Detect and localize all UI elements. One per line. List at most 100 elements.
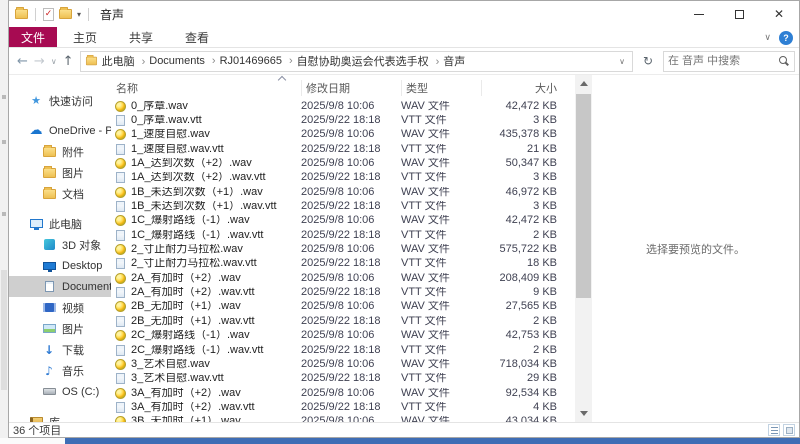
breadcrumb-item[interactable]: RJ01469665: [218, 55, 295, 67]
file-row[interactable]: 3_艺术自慰.wav 2025/9/8 10:06 WAV 文件 718,034…: [111, 357, 575, 371]
file-row[interactable]: 2A_有加时（+2）.wav 2025/9/8 10:06 WAV 文件 208…: [111, 271, 575, 285]
ribbon-tab[interactable]: 主页: [57, 27, 113, 47]
titlebar: ✓ ▾ 音声 ✕: [9, 1, 799, 27]
breadcrumb-item[interactable]: 自慰协助奥运会代表选手权: [295, 53, 442, 69]
scroll-down-icon[interactable]: [575, 405, 592, 422]
sidebar-item[interactable]: 图片: [9, 318, 111, 339]
close-button[interactable]: ✕: [759, 1, 799, 27]
breadcrumb-item[interactable]: 此电脑: [100, 53, 148, 69]
column-header[interactable]: 类型: [401, 80, 481, 96]
sidebar-item-label: OneDrive - Pers: [49, 125, 111, 137]
file-row[interactable]: 2C_爆射路线（-1）.wav.vtt 2025/9/22 18:18 VTT …: [111, 343, 575, 357]
file-type: WAV 文件: [401, 215, 481, 226]
sidebar-item[interactable]: 快速访问: [9, 90, 111, 111]
file-row[interactable]: 0_序章.wav.vtt 2025/9/22 18:18 VTT 文件 3 KB: [111, 113, 575, 127]
recent-locations-icon[interactable]: ∨: [51, 57, 57, 66]
address-dropdown-icon[interactable]: ∨: [616, 57, 628, 66]
file-row[interactable]: 3_艺术自慰.wav.vtt 2025/9/22 18:18 VTT 文件 29…: [111, 372, 575, 386]
file-row[interactable]: 1B_未达到次数（+1）.wav.vtt 2025/9/22 18:18 VTT…: [111, 199, 575, 213]
vertical-scrollbar[interactable]: [575, 75, 592, 422]
file-row[interactable]: 3B_无加时（+1）.wav 2025/9/8 10:06 WAV 文件 43,…: [111, 415, 575, 422]
vtt-icon: [116, 345, 125, 356]
file-row[interactable]: 2B_无加时（+1）.wav 2025/9/8 10:06 WAV 文件 27,…: [111, 300, 575, 314]
details-view-icon[interactable]: [768, 424, 780, 436]
file-name: 3_艺术自慰.wav.vtt: [131, 373, 224, 384]
large-icons-view-icon[interactable]: [783, 424, 795, 436]
file-size: 21 KB: [481, 144, 567, 155]
wav-icon: [115, 158, 126, 169]
scrollbar-thumb[interactable]: [576, 94, 591, 298]
wav-icon: [115, 187, 126, 198]
forward-button[interactable]: →: [34, 55, 45, 68]
column-headers: 名称修改日期类型大小: [111, 75, 575, 99]
file-size: 42,472 KB: [481, 101, 567, 112]
tab-file[interactable]: 文件: [9, 27, 57, 47]
file-rows: 0_序章.wav 2025/9/8 10:06 WAV 文件 42,472 KB…: [111, 99, 575, 422]
sidebar-item[interactable]: OneDrive - Pers: [9, 120, 111, 141]
column-header[interactable]: 名称: [111, 80, 301, 96]
ribbon-tab[interactable]: 查看: [169, 27, 225, 47]
file-row[interactable]: 0_序章.wav 2025/9/8 10:06 WAV 文件 42,472 KB: [111, 99, 575, 113]
search-icon[interactable]: [779, 56, 790, 67]
sidebar-item[interactable]: Desktop: [9, 255, 111, 276]
file-type: VTT 文件: [401, 345, 481, 356]
sidebar-item[interactable]: 音乐: [9, 360, 111, 381]
file-row[interactable]: 2_寸止耐力马拉松.wav 2025/9/8 10:06 WAV 文件 575,…: [111, 242, 575, 256]
file-row[interactable]: 1B_未达到次数（+1）.wav 2025/9/8 10:06 WAV 文件 4…: [111, 185, 575, 199]
breadcrumb-item[interactable]: Documents: [147, 55, 217, 67]
file-size: 27,565 KB: [481, 301, 567, 312]
sidebar-item[interactable]: 视频: [9, 297, 111, 318]
file-row[interactable]: 1A_达到次数（+2）.wav.vtt 2025/9/22 18:18 VTT …: [111, 171, 575, 185]
file-row[interactable]: 1A_达到次数（+2）.wav 2025/9/8 10:06 WAV 文件 50…: [111, 156, 575, 170]
minimize-button[interactable]: [679, 1, 719, 27]
qat-dropdown-icon[interactable]: ▾: [77, 10, 81, 19]
sidebar-item-label: 库: [49, 414, 60, 423]
sidebar-item-label: 视频: [62, 300, 84, 316]
file-row[interactable]: 2B_无加时（+1）.wav.vtt 2025/9/22 18:18 VTT 文…: [111, 314, 575, 328]
ribbon-collapse-icon[interactable]: ∨: [764, 33, 771, 43]
back-button[interactable]: ←: [17, 55, 28, 68]
column-header[interactable]: 修改日期: [301, 80, 401, 96]
file-date-modified: 2025/9/8 10:06: [301, 187, 401, 198]
scroll-up-icon[interactable]: [575, 75, 592, 92]
file-type: WAV 文件: [401, 187, 481, 198]
sidebar-item[interactable]: 文档: [9, 183, 111, 204]
ribbon-tab[interactable]: 共享: [113, 27, 169, 47]
file-date-modified: 2025/9/22 18:18: [301, 373, 401, 384]
file-date-modified: 2025/9/22 18:18: [301, 144, 401, 155]
sidebar-item-label: Documents: [62, 281, 111, 293]
file-row[interactable]: 1C_爆射路线（-1）.wav.vtt 2025/9/22 18:18 VTT …: [111, 228, 575, 242]
file-row[interactable]: 3A_有加时（+2）.wav.vtt 2025/9/22 18:18 VTT 文…: [111, 400, 575, 414]
help-icon[interactable]: ?: [779, 31, 793, 45]
address-box[interactable]: 此电脑DocumentsRJ01469665自慰协助奥运会代表选手权音声 ∨: [80, 51, 633, 72]
bottom-edge: [0, 438, 800, 444]
file-row[interactable]: 2C_爆射路线（-1）.wav 2025/9/8 10:06 WAV 文件 42…: [111, 329, 575, 343]
sidebar-item[interactable]: 3D 对象: [9, 234, 111, 255]
sidebar-item[interactable]: 此电脑: [9, 213, 111, 234]
up-button[interactable]: ↑: [63, 55, 74, 68]
file-type: WAV 文件: [401, 388, 481, 399]
file-row[interactable]: 2A_有加时（+2）.wav.vtt 2025/9/22 18:18 VTT 文…: [111, 285, 575, 299]
sidebar-item[interactable]: 附件: [9, 141, 111, 162]
refresh-icon[interactable]: ↻: [639, 54, 657, 68]
search-input[interactable]: [668, 55, 779, 67]
new-folder-icon[interactable]: [59, 9, 72, 19]
file-date-modified: 2025/9/8 10:06: [301, 301, 401, 312]
file-row[interactable]: 1_速度自慰.wav.vtt 2025/9/22 18:18 VTT 文件 21…: [111, 142, 575, 156]
sidebar-item[interactable]: Documents: [9, 276, 111, 297]
properties-icon[interactable]: ✓: [43, 8, 54, 21]
file-row[interactable]: 2_寸止耐力马拉松.wav.vtt 2025/9/22 18:18 VTT 文件…: [111, 257, 575, 271]
file-row[interactable]: 1_速度自慰.wav 2025/9/8 10:06 WAV 文件 435,378…: [111, 128, 575, 142]
sidebar-item[interactable]: 下载: [9, 339, 111, 360]
sidebar-item-label: 快速访问: [49, 93, 93, 109]
column-header[interactable]: 大小: [481, 80, 567, 96]
file-row[interactable]: 3A_有加时（+2）.wav 2025/9/8 10:06 WAV 文件 92,…: [111, 386, 575, 400]
breadcrumb-item[interactable]: 音声: [441, 53, 467, 69]
file-type: VTT 文件: [401, 144, 481, 155]
maximize-button[interactable]: [719, 1, 759, 27]
sidebar-item[interactable]: 图片: [9, 162, 111, 183]
downloads-icon: [44, 343, 54, 357]
file-row[interactable]: 1C_爆射路线（-1）.wav 2025/9/8 10:06 WAV 文件 42…: [111, 214, 575, 228]
sidebar-item[interactable]: OS (C:): [9, 381, 111, 402]
sidebar-item[interactable]: 库: [9, 411, 111, 422]
